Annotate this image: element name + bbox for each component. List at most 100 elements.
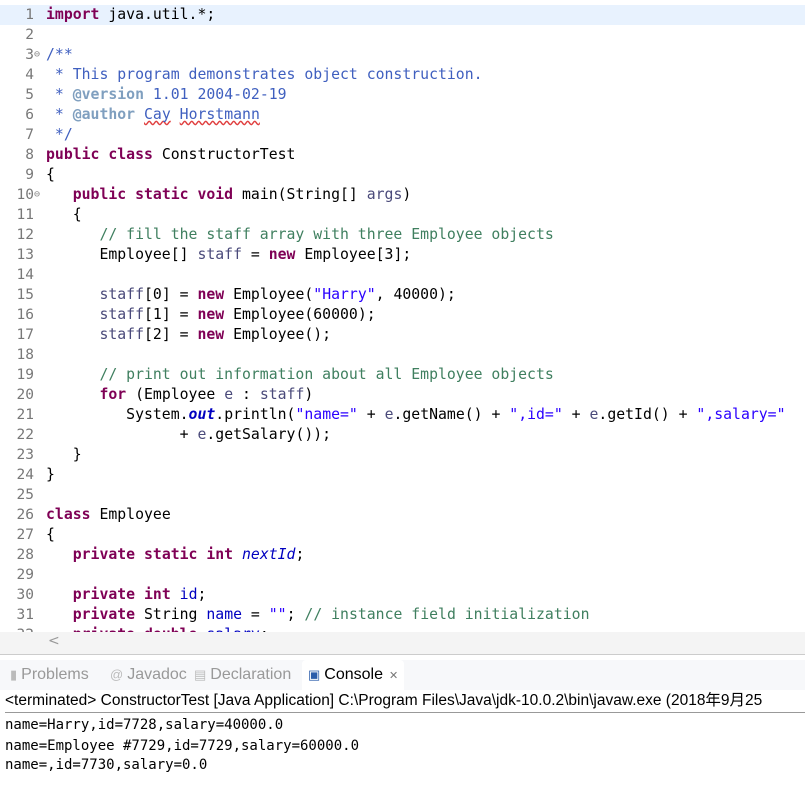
code-token: .getName() + — [393, 406, 510, 423]
horizontal-scrollbar[interactable]: < — [0, 632, 805, 655]
line-number: 13 — [16, 247, 34, 263]
code-line[interactable]: 12 // fill the staff array with three Em… — [0, 225, 805, 245]
code-line[interactable]: 21 System.out.println("name=" + e.getNam… — [0, 405, 805, 425]
code-text: { — [46, 205, 82, 225]
code-line[interactable]: 19 // print out information about all Em… — [0, 365, 805, 385]
code-line[interactable]: 29 — [0, 565, 805, 585]
code-line[interactable]: 25 — [0, 485, 805, 505]
code-line[interactable]: 22 + e.getSalary()); — [0, 425, 805, 445]
code-token: } — [46, 446, 82, 463]
console-output-line: name=Employee #7729,id=7729,salary=60000… — [5, 738, 360, 754]
code-text: Employee[] staff = new Employee[3]; — [46, 245, 411, 265]
code-line[interactable]: 28 private static int nextId; — [0, 545, 805, 565]
code-token: Employee( — [224, 286, 314, 303]
code-token: { — [46, 526, 55, 543]
line-number: 17 — [16, 327, 34, 343]
code-line[interactable]: 17 staff[2] = new Employee(); — [0, 325, 805, 345]
code-editor[interactable]: 1 import java.util.*; 2 3 ⊖/** 4 * This progr… — [0, 0, 805, 633]
code-token: out — [188, 406, 216, 423]
code-token: [2] = — [144, 326, 198, 343]
code-line[interactable]: 15 staff[0] = new Employee("Harry", 4000… — [0, 285, 805, 305]
code-token: (Employee — [126, 386, 225, 403]
code-text: * @author Cay Horstmann — [46, 105, 260, 125]
code-text: staff[2] = new Employee(); — [46, 325, 331, 345]
scroll-left-icon[interactable]: < — [48, 633, 60, 649]
tab-console[interactable]: ▣ Console ✕ — [302, 660, 405, 690]
tab-problems[interactable]: ▮ Problems — [4, 660, 95, 690]
code-line[interactable]: 7 */ — [0, 125, 805, 145]
line-number: 29 — [16, 567, 34, 583]
code-text: class Employee — [46, 505, 171, 525]
line-number: 20 — [16, 387, 34, 403]
code-line[interactable]: 24} — [0, 465, 805, 485]
line-number: 11 — [16, 207, 34, 223]
code-line[interactable]: 31 private String name = ""; // instance… — [0, 605, 805, 625]
code-token: /** — [46, 46, 73, 63]
line-number: 25 — [16, 487, 34, 503]
code-text: private int id; — [46, 585, 207, 605]
tab-label: Javadoc — [127, 666, 187, 683]
code-token: .getSalary()); — [206, 426, 332, 443]
code-token: + — [562, 406, 590, 423]
code-token: staff — [99, 306, 144, 323]
code-line[interactable]: 16 staff[1] = new Employee(60000); — [0, 305, 805, 325]
code-token: staff — [99, 286, 144, 303]
code-token: Employee — [90, 506, 171, 523]
code-line[interactable]: 10 ⊖ public static void main(String[] arg… — [0, 185, 805, 205]
code-text: for (Employee e : staff) — [46, 385, 313, 405]
line-number: 27 — [16, 527, 34, 543]
code-token: 1.01 2004-02-19 — [144, 86, 287, 103]
code-line[interactable]: 26 class Employee — [0, 505, 805, 525]
code-token: * — [46, 106, 73, 123]
code-token: Employee(); — [224, 326, 332, 343]
code-line[interactable]: 8 public class ConstructorTest — [0, 145, 805, 165]
code-line[interactable]: 13 Employee[] staff = new Employee[3]; — [0, 245, 805, 265]
code-token: [0] = — [144, 286, 198, 303]
code-line[interactable]: 2 — [0, 25, 805, 45]
code-text: { — [46, 525, 55, 545]
code-line[interactable]: 27 { — [0, 525, 805, 545]
code-token: */ — [46, 126, 73, 143]
code-line[interactable]: 4 * This program demonstrates object con… — [0, 65, 805, 85]
code-token: ",id=" — [509, 406, 563, 423]
code-line[interactable]: 5 * @version 1.01 2004-02-19 — [0, 85, 805, 105]
code-text: { — [46, 165, 55, 185]
code-line[interactable]: 18 — [0, 345, 805, 365]
line-number: 30 — [16, 587, 34, 603]
code-token: "name=" — [295, 406, 358, 423]
fold-toggle-icon[interactable]: ⊖ — [34, 45, 40, 65]
code-line[interactable]: 9{ — [0, 165, 805, 185]
code-token: ",salary=" — [696, 406, 786, 423]
code-line[interactable]: 3 ⊖ /** — [0, 45, 805, 65]
code-text: public static void main(String[] args) — [46, 185, 412, 205]
console-view: <terminated> ConstructorTest [Java Appli… — [0, 690, 805, 806]
code-line[interactable]: 11 { — [0, 205, 805, 225]
tab-javadoc[interactable]: @ Javadoc — [104, 660, 193, 690]
code-line[interactable]: 20 for (Employee e : staff) — [0, 385, 805, 405]
code-line[interactable]: 1 import java.util.*; — [0, 5, 805, 25]
code-text: private String name = ""; // instance fi… — [46, 605, 590, 625]
tab-declaration[interactable]: ▤ Declaration — [188, 660, 297, 690]
code-token: = — [242, 606, 269, 623]
console-output-line: name=,id=7730,salary=0.0 — [5, 757, 208, 773]
code-token: e — [224, 386, 234, 403]
line-number: 2 — [25, 27, 34, 43]
code-line[interactable]: 23 } — [0, 445, 805, 465]
code-line[interactable]: 6 * @author Cay Horstmann — [0, 105, 805, 125]
code-text: import java.util.*; — [46, 5, 215, 25]
code-token: new — [197, 306, 225, 323]
fold-toggle-icon[interactable]: ⊖ — [34, 185, 40, 205]
close-icon[interactable]: ✕ — [389, 670, 398, 682]
code-token: "Harry" — [313, 286, 376, 303]
line-number: 22 — [16, 427, 34, 443]
code-text: private static int nextId; — [46, 545, 305, 565]
code-token: ) — [304, 386, 314, 403]
line-number: 26 — [16, 507, 34, 523]
code-line[interactable]: 14 — [0, 265, 805, 285]
code-token: "" — [268, 606, 287, 623]
code-token: new — [197, 326, 225, 343]
code-line[interactable]: 30 private int id; — [0, 585, 805, 605]
